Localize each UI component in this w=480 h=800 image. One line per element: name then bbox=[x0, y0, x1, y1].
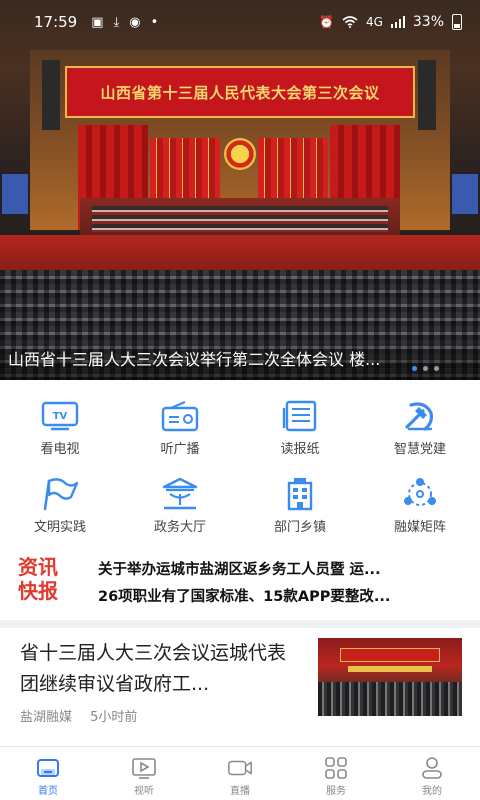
venue-banner-text: 山西省第十三届人民代表大会第三次会议 bbox=[100, 83, 380, 102]
tab-audiovisual[interactable]: 视听 bbox=[96, 747, 192, 800]
grid-label: 文明实践 bbox=[33, 520, 86, 535]
thumb-subbanner bbox=[348, 666, 432, 672]
grid-label: 看电视 bbox=[40, 442, 80, 457]
building-icon bbox=[280, 476, 320, 512]
grid-item-radio[interactable]: 听广播 bbox=[120, 398, 240, 458]
radio-icon bbox=[160, 398, 200, 434]
tab-label: 服务 bbox=[326, 786, 346, 797]
grid-item-gov-hall[interactable]: 政务大厅 bbox=[120, 476, 240, 536]
news-time: 5小时前 bbox=[90, 710, 138, 725]
thumb-banner bbox=[340, 648, 440, 662]
status-time: 17:59 bbox=[34, 13, 78, 31]
news-flash-logo: 资讯 快报 bbox=[18, 555, 80, 603]
network-icon bbox=[400, 476, 440, 512]
camera-icon bbox=[227, 757, 253, 779]
grid-item-tv[interactable]: TV 看电视 bbox=[0, 398, 120, 458]
carousel-dot[interactable] bbox=[412, 366, 417, 371]
carousel-dot[interactable] bbox=[423, 366, 428, 371]
alarm-icon: ⏰ bbox=[318, 15, 334, 29]
news-flash-logo-line1: 资讯 bbox=[18, 555, 58, 579]
flags-right bbox=[258, 138, 328, 206]
grid-item-media-matrix[interactable]: 融媒矩阵 bbox=[360, 476, 480, 536]
hero-banner[interactable]: 山西省第十三届人民代表大会第三次会议 17:59 ▣ ⤓ ◉ • ⏰ 4G 33… bbox=[0, 0, 480, 380]
national-emblem bbox=[224, 138, 256, 170]
tab-label: 首页 bbox=[38, 786, 58, 797]
battery-icon bbox=[452, 14, 462, 30]
news-flash: 资讯 快报 关于举办运城市盐湖区返乡务工人员暨 运... 26项职业有了国家标准… bbox=[0, 552, 480, 610]
section-divider bbox=[0, 620, 480, 628]
signal-icon bbox=[390, 16, 405, 28]
banner-caption[interactable]: 山西省十三届人大三次会议举行第二次全体会议 楼... bbox=[8, 346, 408, 370]
service-grid: TV 看电视 听广播 读报纸 智慧党建 文明实践 政务大厅 部门乡镇 融媒矩阵 bbox=[0, 398, 480, 536]
tab-home[interactable]: 首页 bbox=[0, 747, 96, 800]
more-dot-icon: • bbox=[150, 14, 159, 30]
party-emblem-icon bbox=[400, 398, 440, 434]
grid-item-newspaper[interactable]: 读报纸 bbox=[240, 398, 360, 458]
speaker-left bbox=[42, 60, 60, 130]
podium-rows bbox=[92, 206, 388, 232]
gallery-icon: ▣ bbox=[91, 14, 104, 30]
government-hall-icon bbox=[160, 476, 200, 512]
newspaper-icon bbox=[280, 398, 320, 434]
tab-live[interactable]: 直播 bbox=[192, 747, 288, 800]
carousel-dots bbox=[412, 366, 439, 371]
thumb-crowd bbox=[318, 682, 462, 716]
grid-label: 读报纸 bbox=[280, 442, 320, 457]
flags-left bbox=[150, 138, 220, 206]
home-icon bbox=[35, 757, 61, 779]
grid-item-party[interactable]: 智慧党建 bbox=[360, 398, 480, 458]
tab-label: 直播 bbox=[230, 786, 250, 797]
venue-banner: 山西省第十三届人民代表大会第三次会议 bbox=[65, 66, 415, 118]
tab-services[interactable]: 服务 bbox=[288, 747, 384, 800]
flag-icon bbox=[40, 476, 80, 512]
play-icon bbox=[131, 757, 157, 779]
network-type: 4G bbox=[365, 15, 383, 29]
app-notification-icon: ◉ bbox=[129, 14, 141, 30]
grid-item-civilization[interactable]: 文明实践 bbox=[0, 476, 120, 536]
news-meta: 盐湖融媒 5小时前 bbox=[20, 706, 137, 725]
grid-label: 融媒矩阵 bbox=[393, 520, 446, 535]
news-source: 盐湖融媒 bbox=[20, 710, 73, 725]
news-thumbnail[interactable] bbox=[318, 638, 462, 716]
download-icon: ⤓ bbox=[113, 14, 120, 30]
flash-headline[interactable]: 关于举办运城市盐湖区返乡务工人员暨 运... bbox=[98, 558, 464, 579]
status-bar: 17:59 ▣ ⤓ ◉ • ⏰ 4G 33% bbox=[0, 0, 480, 44]
tv-icon: TV bbox=[40, 398, 80, 434]
grid-label: 政务大厅 bbox=[153, 520, 206, 535]
carousel-dot[interactable] bbox=[434, 366, 439, 371]
grid-label: 听广播 bbox=[160, 442, 200, 457]
svg-text:TV: TV bbox=[53, 411, 68, 422]
grid-icon bbox=[323, 757, 349, 779]
user-icon bbox=[419, 757, 445, 779]
tab-profile[interactable]: 我的 bbox=[384, 747, 480, 800]
side-screen-right bbox=[450, 172, 480, 216]
battery-percent: 33% bbox=[412, 14, 444, 30]
bottom-tab-bar: 首页 视听 直播 服务 我的 bbox=[0, 746, 480, 800]
grid-label: 部门乡镇 bbox=[273, 520, 326, 535]
news-flash-logo-line2: 快报 bbox=[18, 579, 58, 603]
side-screen-left bbox=[0, 172, 30, 216]
grid-item-departments[interactable]: 部门乡镇 bbox=[240, 476, 360, 536]
flash-headline[interactable]: 26项职业有了国家标准、15款APP要整改... bbox=[98, 585, 464, 606]
wifi-icon bbox=[342, 16, 358, 28]
speaker-right bbox=[418, 60, 436, 130]
tab-label: 我的 bbox=[422, 786, 442, 797]
news-title[interactable]: 省十三届人大三次会议运城代表团继续审议省政府工... bbox=[20, 638, 300, 700]
grid-label: 智慧党建 bbox=[393, 442, 446, 457]
news-card[interactable]: 省十三届人大三次会议运城代表团继续审议省政府工... 盐湖融媒 5小时前 bbox=[0, 628, 480, 746]
tab-label: 视听 bbox=[134, 786, 154, 797]
